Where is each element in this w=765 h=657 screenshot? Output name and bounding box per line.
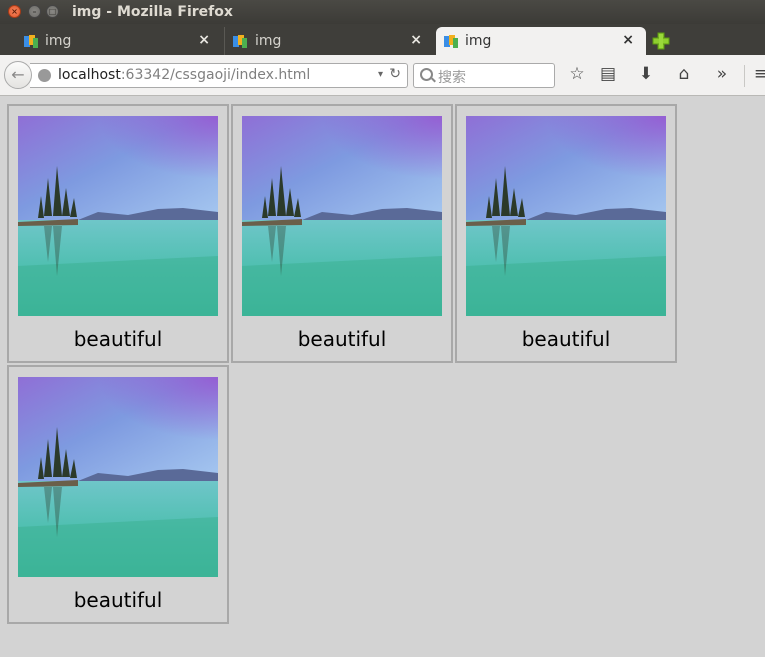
- bookmark-star-icon[interactable]: ☆: [566, 64, 588, 84]
- window-title: img - Mozilla Firefox: [72, 4, 233, 20]
- url-host: localhost: [58, 67, 121, 83]
- url-path: :63342/cssgaoji/index.html: [120, 67, 311, 83]
- tab-label: img: [465, 33, 492, 49]
- card-caption: beautiful: [73, 327, 163, 351]
- url-text[interactable]: localhost:63342/cssgaoji/index.html: [58, 67, 310, 83]
- card-caption: beautiful: [297, 327, 387, 351]
- gallery-card: beautiful: [455, 104, 677, 363]
- toolbar-separator: [744, 65, 745, 87]
- gallery-card: beautiful: [231, 104, 453, 363]
- new-tab-plus-icon[interactable]: [652, 32, 670, 50]
- tab-img-active[interactable]: img ×: [436, 27, 646, 55]
- lake-photo: [466, 116, 666, 316]
- tab-label: img: [255, 33, 282, 49]
- lake-photo: [18, 116, 218, 316]
- navigation-toolbar: localhost:63342/cssgaoji/index.html ▾ ↻ …: [0, 55, 765, 96]
- card-caption: beautiful: [73, 588, 163, 612]
- lake-photo: [242, 116, 442, 316]
- reload-icon[interactable]: ↻: [389, 66, 401, 82]
- home-icon[interactable]: ⌂: [673, 64, 695, 84]
- back-button[interactable]: ←: [4, 61, 32, 89]
- url-bar[interactable]: localhost:63342/cssgaoji/index.html ▾ ↻: [30, 63, 408, 88]
- tab-label: img: [45, 33, 72, 49]
- window-close-button[interactable]: ×: [8, 5, 21, 18]
- download-icon[interactable]: ⬇: [635, 64, 657, 84]
- tab-img-1[interactable]: img ×: [0, 27, 222, 55]
- url-history-dropdown-icon[interactable]: ▾: [378, 69, 383, 80]
- search-placeholder: 搜索: [438, 70, 466, 86]
- window-titlebar: × – □ img - Mozilla Firefox: [0, 0, 765, 24]
- search-icon: [420, 68, 433, 81]
- gallery-card: beautiful: [7, 365, 229, 624]
- tab-img-2[interactable]: img ×: [224, 27, 434, 55]
- reading-list-icon[interactable]: ▤: [597, 64, 619, 84]
- window-maximize-button[interactable]: □: [46, 5, 59, 18]
- tab-favicon-icon: [233, 35, 247, 48]
- tab-close-icon[interactable]: ×: [198, 32, 210, 48]
- tab-strip: img × img × img ×: [0, 24, 765, 55]
- window-minimize-button[interactable]: –: [28, 5, 41, 18]
- menu-icon[interactable]: ≡: [750, 64, 765, 84]
- tab-close-icon[interactable]: ×: [410, 32, 422, 48]
- lake-photo: [18, 377, 218, 577]
- gallery-card: beautiful: [7, 104, 229, 363]
- globe-icon: [38, 69, 51, 82]
- tab-favicon-icon: [24, 35, 38, 48]
- card-caption: beautiful: [521, 327, 611, 351]
- tab-favicon-icon: [444, 35, 458, 48]
- search-box[interactable]: 搜索: [413, 63, 555, 88]
- tab-close-icon[interactable]: ×: [622, 32, 634, 48]
- overflow-chevron-icon[interactable]: »: [711, 64, 733, 84]
- page-content: beautiful beautiful beautiful beautiful: [0, 96, 765, 657]
